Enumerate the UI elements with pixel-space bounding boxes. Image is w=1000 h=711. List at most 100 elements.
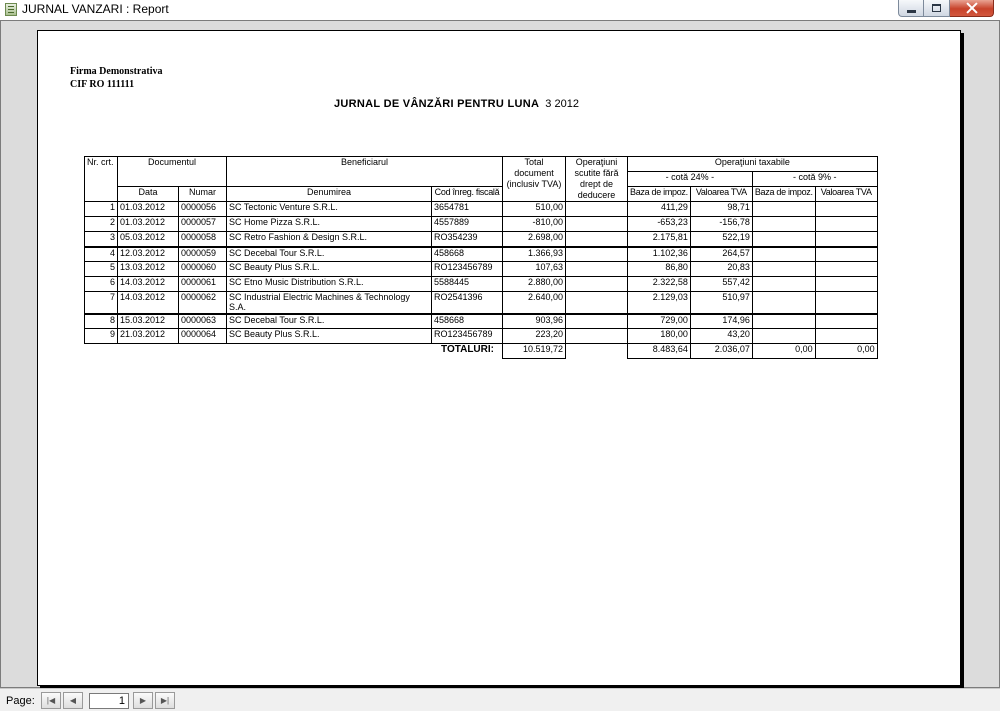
minimize-button[interactable] [898, 0, 924, 17]
cell-total: 2.698,00 [502, 231, 566, 247]
cell-baza9 [751, 291, 816, 314]
cell-tva24: 522,19 [689, 231, 753, 247]
sales-journal-table: Nr. crt. Documentul Beneficiarul Total d… [84, 156, 878, 359]
cell-numar: 0000060 [178, 261, 227, 277]
cell-data: 05.03.2012 [117, 231, 179, 247]
cell-nr: 6 [84, 276, 118, 292]
totals-baza9: 0,00 [751, 343, 816, 359]
cell-baza24: 2.129,03 [627, 291, 691, 314]
cell-denumire: SC Etno Music Distribution S.R.L. [226, 276, 432, 292]
cell-baza9 [751, 201, 816, 217]
totals-row: TOTALURI: 10.519,72 8.483,64 2.036,07 0,… [85, 343, 878, 359]
report-viewer[interactable]: Firma Demonstrativa CIF RO 111111 JURNAL… [0, 20, 1000, 688]
report-title: JURNAL DE VÂNZĂRI PENTRU LUNA 3 2012 [334, 98, 579, 110]
totals-spacer [85, 344, 118, 359]
close-icon [966, 2, 978, 14]
next-page-icon: ▶ [139, 696, 147, 705]
cell-nr: 8 [84, 312, 118, 329]
page-number-input[interactable] [89, 693, 129, 709]
cell-tva9 [814, 231, 878, 247]
cell-tva9 [814, 312, 878, 329]
cell-total: 1.366,93 [502, 245, 566, 262]
header-cota9: - cotă 9% - [751, 171, 878, 187]
cell-data: 12.03.2012 [117, 245, 179, 262]
next-page-button[interactable]: ▶ [133, 692, 153, 709]
cell-total: 2.880,00 [502, 276, 566, 292]
totals-spacer [118, 344, 179, 359]
last-page-button[interactable]: ▶| [155, 692, 175, 709]
header-tva24: Valoarea TVA [689, 186, 753, 202]
cell-numar: 0000059 [178, 245, 227, 262]
totals-spacer [179, 344, 227, 359]
cell-tva24: 174,96 [689, 312, 753, 329]
last-page-icon: ▶| [160, 696, 170, 705]
cell-baza24: 729,00 [627, 312, 691, 329]
table-row: 4 12.03.2012 0000059 SC Decebal Tour S.R… [84, 245, 878, 262]
totals-baza24: 8.483,64 [627, 343, 691, 359]
header-data: Data [117, 186, 179, 202]
minimize-icon [906, 9, 916, 13]
first-page-button[interactable]: |◀ [41, 692, 61, 709]
cell-data: 01.03.2012 [117, 216, 179, 232]
page-navigator: Page: |◀ ◀ ▶ ▶| [0, 688, 1000, 711]
company-name: Firma Demonstrativa [70, 66, 163, 77]
cell-tva9 [814, 276, 878, 292]
cell-nr: 2 [84, 216, 118, 232]
cell-denumire: SC Decebal Tour S.R.L. [226, 245, 432, 262]
cell-baza24: 1.102,36 [627, 245, 691, 262]
cell-data: 01.03.2012 [117, 201, 179, 217]
cell-baza9 [751, 231, 816, 247]
maximize-icon [932, 4, 941, 12]
cell-denumire: SC Decebal Tour S.R.L. [226, 312, 432, 329]
table-row: 9 21.03.2012 0000064 SC Beauty Plus S.R.… [84, 328, 878, 344]
cell-tva24: 557,42 [689, 276, 753, 292]
cell-numar: 0000058 [178, 231, 227, 247]
cell-tva24: 43,20 [689, 328, 753, 344]
report-period: 3 2012 [545, 98, 579, 110]
cell-scutite [565, 276, 628, 292]
report-title-text: JURNAL DE VÂNZĂRI PENTRU LUNA [334, 98, 540, 110]
cell-tva9 [814, 291, 878, 314]
totals-tva9: 0,00 [814, 343, 878, 359]
header-baza9: Baza de impoz. [751, 186, 816, 202]
cell-total: -810,00 [502, 216, 566, 232]
cell-cod: 4557889 [431, 216, 503, 232]
header-document: Documentul [117, 156, 227, 187]
cell-numar: 0000062 [178, 291, 227, 314]
cell-denumire: SC Tectonic Venture S.R.L. [226, 201, 432, 217]
cell-baza9 [751, 312, 816, 329]
cell-cod: 458668 [431, 312, 503, 329]
cell-total: 903,96 [502, 312, 566, 329]
cell-data: 14.03.2012 [117, 276, 179, 292]
cell-nr: 7 [84, 291, 118, 314]
cell-tva9 [814, 245, 878, 262]
company-info: Firma Demonstrativa CIF RO 111111 [70, 65, 162, 91]
header-denumirea: Denumirea [226, 186, 432, 202]
cell-total: 2.640,00 [502, 291, 566, 314]
cell-nr: 1 [84, 201, 118, 217]
header-total: Total document (inclusiv TVA) [502, 156, 566, 202]
header-numar: Numar [178, 186, 227, 202]
header-nr: Nr. crt. [84, 156, 118, 202]
cell-tva24: -156,78 [689, 216, 753, 232]
table-row: 6 14.03.2012 0000061 SC Etno Music Distr… [84, 276, 878, 292]
cell-cod: 458668 [431, 245, 503, 262]
cell-baza9 [751, 245, 816, 262]
cell-data: 21.03.2012 [117, 328, 179, 344]
cell-scutite [565, 261, 628, 277]
cell-denumire: SC Home Pizza S.R.L. [226, 216, 432, 232]
close-button[interactable] [950, 0, 994, 17]
previous-page-button[interactable]: ◀ [63, 692, 83, 709]
cell-data: 13.03.2012 [117, 261, 179, 277]
table-row: 5 13.03.2012 0000060 SC Beauty Plus S.R.… [84, 261, 878, 277]
cell-baza24: 86,80 [627, 261, 691, 277]
cell-scutite [565, 216, 628, 232]
cell-baza24: -653,23 [627, 216, 691, 232]
table-row: 7 14.03.2012 0000062 SC Industrial Elect… [84, 291, 878, 314]
cell-baza9 [751, 276, 816, 292]
cell-scutite [565, 245, 628, 262]
maximize-button[interactable] [924, 0, 950, 17]
cell-nr: 3 [84, 231, 118, 247]
table-row: 3 05.03.2012 0000058 SC Retro Fashion & … [84, 231, 878, 247]
report-app-icon [5, 3, 17, 16]
